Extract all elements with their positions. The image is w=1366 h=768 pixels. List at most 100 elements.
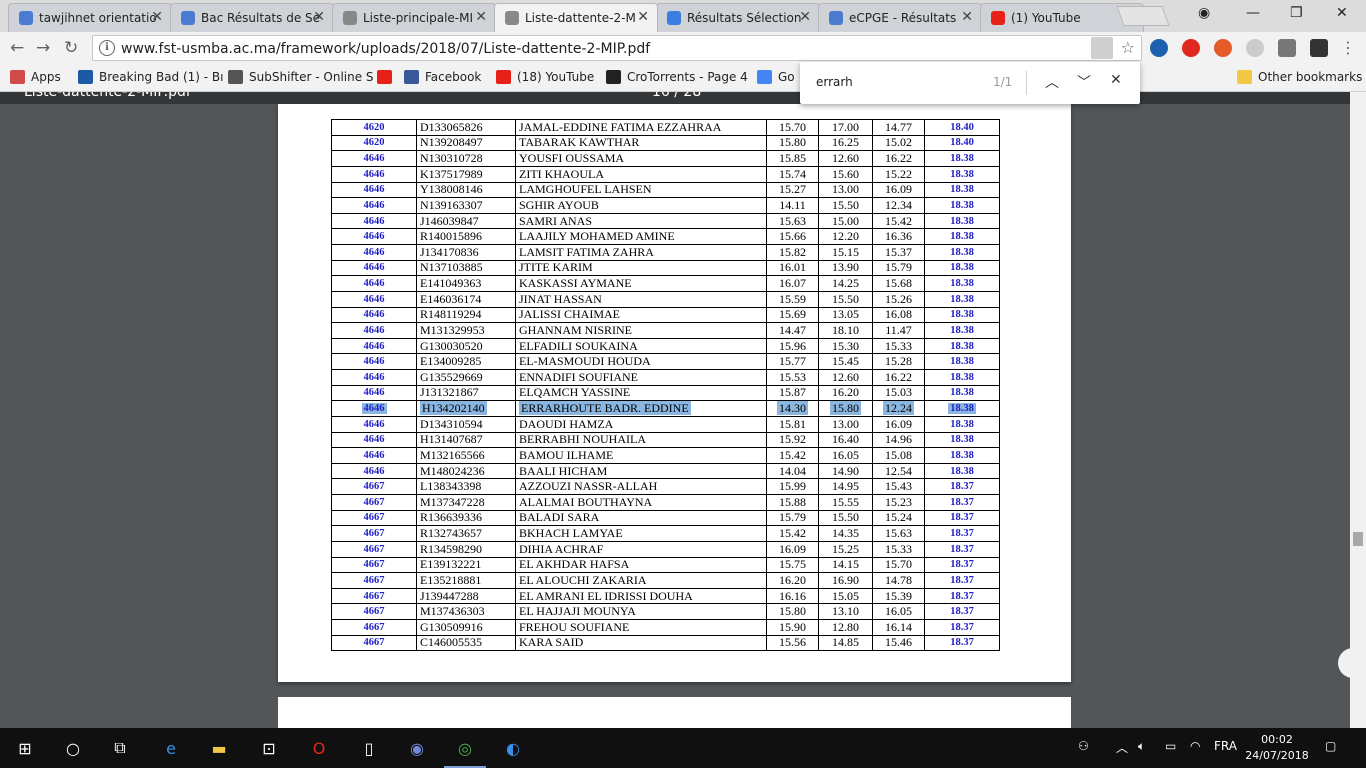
back-button[interactable]: ← <box>10 38 24 58</box>
pdf-viewer[interactable]: 4620 D133065826 JAMAL-EDDINE FATIMA EZZAHR… <box>0 104 1350 728</box>
tab-close-icon[interactable]: ✕ <box>961 9 973 25</box>
find-icon[interactable] <box>1091 37 1113 59</box>
language-indicator[interactable]: FRA <box>1214 739 1237 753</box>
windows-start-icon[interactable]: ⊞ <box>12 736 38 760</box>
bookmark-item[interactable]: Facebook <box>404 70 481 84</box>
apps-grid-icon <box>10 70 25 84</box>
cell-text: 4646 <box>363 387 385 399</box>
bookmark-item[interactable]: Breaking Bad (1) - Bı <box>78 70 224 84</box>
task-view-icon[interactable]: ⧉ <box>107 736 133 760</box>
cell-text: 14.90 <box>832 463 859 478</box>
extension-icon[interactable] <box>1150 39 1168 57</box>
address-bar[interactable]: i www.fst-usmba.ac.ma/framework/uploads/… <box>92 35 1142 61</box>
bookmark-item[interactable]: CroTorrents - Page 4 <box>606 70 748 84</box>
battery-icon[interactable]: ▭ <box>1165 739 1176 753</box>
tab-close-icon[interactable]: ✕ <box>313 9 325 25</box>
tab-3[interactable]: Liste-dattente-2-M ✕ <box>494 3 658 32</box>
grade2-cell: 12.60 <box>818 369 873 386</box>
scrollbar[interactable] <box>1350 92 1366 728</box>
grade1-cell: 15.87 <box>766 384 819 402</box>
table-row: 4646 E134009285 EL-MASMOUDI HOUDA 15.77 15.4… <box>331 353 1000 370</box>
file-explorer-icon[interactable]: ▬ <box>206 736 232 760</box>
grade3-cell: 16.14 <box>872 619 925 636</box>
bookmark-item[interactable] <box>377 70 398 84</box>
cell-text: 18.38 <box>950 340 974 352</box>
cell-text: 18.37 <box>950 559 974 571</box>
bookmark-item[interactable]: Apps <box>10 70 61 84</box>
edge-icon[interactable]: e <box>158 736 184 760</box>
rank-cell: 4646 <box>331 322 417 339</box>
rank-cell: 4667 <box>331 478 417 495</box>
app-icon[interactable]: ◐ <box>500 736 526 760</box>
site-info-icon[interactable]: i <box>99 40 115 56</box>
zoom-fab-button[interactable] <box>1338 648 1366 678</box>
tab-favicon-icon <box>667 11 681 25</box>
tray-expand-icon[interactable]: ︿ <box>1116 739 1128 756</box>
cortana-icon[interactable]: ○ <box>60 736 86 760</box>
maximize-button[interactable]: ❐ <box>1290 5 1303 21</box>
score-cell: 18.38 <box>924 244 1000 261</box>
cell-text: 18.37 <box>950 481 974 493</box>
opera-extension-icon[interactable] <box>1182 39 1200 57</box>
bookmark-item[interactable]: SubShifter - Online S <box>228 70 374 84</box>
cell-text: 15.81 <box>779 416 806 431</box>
cell-text: 15.74 <box>779 166 806 181</box>
grade3-cell: 16.08 <box>872 306 925 324</box>
tab-close-icon[interactable]: ✕ <box>151 9 163 25</box>
cast-icon[interactable] <box>1278 39 1296 57</box>
tab-1[interactable]: Bac Résultats de Se ✕ <box>170 3 334 32</box>
tab-0[interactable]: tawjihnet orientatio ✕ <box>8 3 172 32</box>
notification-icon[interactable]: ▢ <box>1325 739 1336 753</box>
discord-icon[interactable]: ◉ <box>404 736 430 760</box>
tab-5[interactable]: eCPGE - Résultats ✕ <box>818 3 982 32</box>
cell-text: 15.42 <box>779 447 806 462</box>
new-tab-button[interactable] <box>1116 6 1170 26</box>
clock[interactable]: 00:02 24/07/2018 <box>1245 732 1309 764</box>
cell-text: 4667 <box>363 637 385 649</box>
tab-close-icon[interactable]: ✕ <box>475 9 487 25</box>
table-row: 4646 J131321867 ELQAMCH YASSINE 15.87 16.20 1… <box>331 384 1000 402</box>
url-text[interactable]: www.fst-usmba.ac.ma/framework/uploads/20… <box>121 41 650 57</box>
bookmark-star-icon[interactable]: ☆ <box>1121 38 1135 57</box>
extension-icon[interactable] <box>1246 39 1264 57</box>
find-next-button[interactable]: ﹀ <box>1077 72 1091 92</box>
cell-text: 15.23 <box>885 494 912 509</box>
opera-icon[interactable]: O <box>306 736 332 760</box>
grade2-cell: 14.95 <box>818 478 873 495</box>
find-close-button[interactable]: ✕ <box>1110 72 1122 88</box>
name-cell: EL-MASMOUDI HOUDA <box>515 353 767 370</box>
scrollbar-thumb[interactable] <box>1353 532 1363 546</box>
tab-2[interactable]: Liste-principale-MI ✕ <box>332 3 496 32</box>
find-input[interactable]: errarh <box>816 75 853 89</box>
tab-close-icon[interactable]: ✕ <box>637 9 649 25</box>
close-window-button[interactable]: ✕ <box>1336 5 1348 21</box>
cell-text: BAALI HICHAM <box>519 463 608 478</box>
bookmark-item[interactable]: Go <box>757 70 795 84</box>
account-icon[interactable]: ◉ <box>1198 5 1210 21</box>
other-bookmarks[interactable]: Other bookmarks <box>1237 70 1362 84</box>
cell-text: 13.05 <box>832 307 859 322</box>
menu-icon[interactable]: ⋮ <box>1340 38 1356 57</box>
volume-icon[interactable]: 🔈︎ <box>1138 739 1145 754</box>
tab-close-icon[interactable]: ✕ <box>799 9 811 25</box>
store-icon[interactable]: ⊡ <box>256 736 282 760</box>
browser-toolbar: ← → ↻ i www.fst-usmba.ac.ma/framework/up… <box>0 32 1366 64</box>
score-cell: 18.37 <box>924 556 1000 574</box>
tab-4[interactable]: Résultats Sélection ✕ <box>656 3 820 32</box>
grade3-cell: 15.43 <box>872 478 925 495</box>
cell-text: 4646 <box>363 340 385 352</box>
people-icon[interactable]: ⚇ <box>1078 739 1089 753</box>
minimize-button[interactable]: — <box>1246 5 1260 21</box>
forward-button[interactable]: → <box>36 38 50 58</box>
reload-button[interactable]: ↻ <box>64 38 78 58</box>
chrome-icon[interactable]: ◎ <box>444 736 486 768</box>
wifi-icon[interactable]: ◠ <box>1190 739 1200 753</box>
cell-text: 16.40 <box>832 432 859 447</box>
find-previous-button[interactable]: ︿ <box>1045 72 1059 92</box>
table-row: 4646 Y138008146 LAMGHOUFEL LAHSEN 15.27 13.0… <box>331 181 1000 199</box>
bookmark-item[interactable]: (18) YouTube <box>496 70 594 84</box>
cell-text: 4667 <box>363 512 385 524</box>
notepad-icon[interactable]: ▯ <box>356 736 382 760</box>
download-extension-icon[interactable] <box>1310 39 1328 57</box>
shield-extension-icon[interactable] <box>1214 39 1232 57</box>
